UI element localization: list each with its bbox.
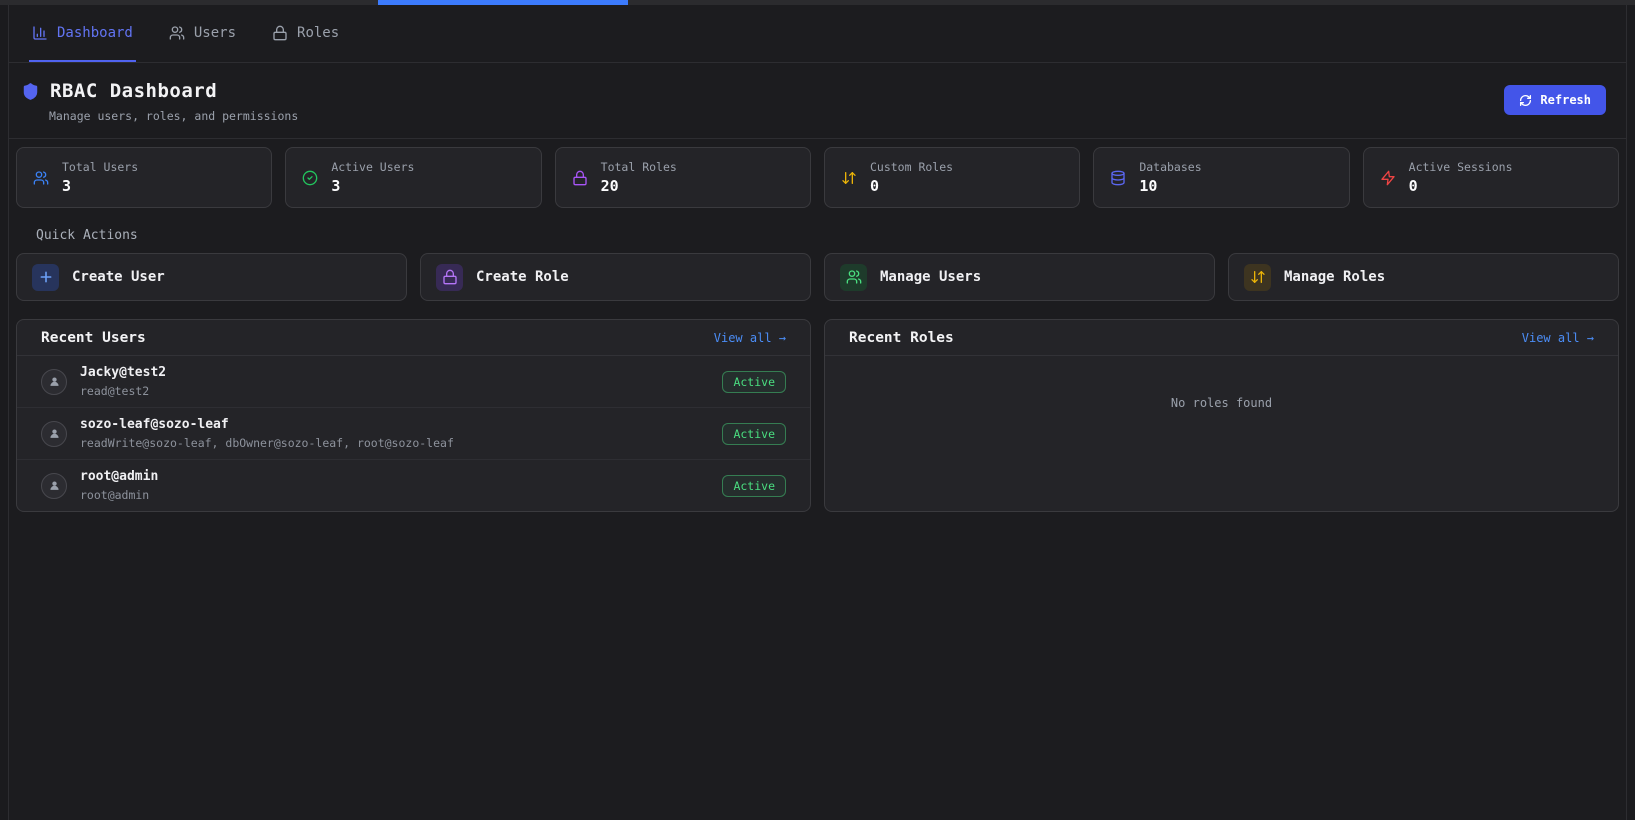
shield-icon [21, 82, 40, 101]
tab-label: Users [193, 24, 237, 41]
stats-row: Total Users 3 Active Users 3 Total Roles… [9, 139, 1626, 208]
avatar [41, 472, 67, 499]
manage-users-button[interactable]: Manage Users [824, 253, 1215, 301]
tab-roles[interactable]: Roles [269, 5, 342, 62]
user-avatar-icon [48, 479, 61, 492]
user-row[interactable]: root@admin root@admin Active [17, 459, 810, 511]
users-icon [33, 170, 49, 186]
recent-roles-panel: Recent Roles View all → No roles found [824, 319, 1619, 512]
stat-card-total-users: Total Users 3 [16, 147, 273, 208]
stat-label: Custom Roles [869, 160, 954, 174]
user-roles: read@test2 [80, 384, 150, 398]
stat-card-active-sessions: Active Sessions 0 [1362, 147, 1619, 208]
user-row[interactable]: Jacky@test2 read@test2 Active [17, 356, 810, 407]
arrows-up-down-icon [1244, 263, 1271, 291]
lock-icon [272, 25, 288, 41]
panels-row: Recent Users View all → Jacky@test2 read… [9, 319, 1626, 512]
action-label: Manage Roles [1284, 269, 1386, 285]
refresh-button[interactable]: Refresh [1504, 85, 1606, 115]
empty-roles-message: No roles found [1170, 396, 1273, 410]
user-roles: readWrite@sozo-leaf, dbOwner@sozo-leaf, … [80, 436, 454, 450]
stat-value: 3 [62, 177, 72, 195]
user-name: sozo-leaf@sozo-leaf [80, 417, 229, 432]
avatar [41, 368, 67, 395]
stat-value: 3 [331, 177, 341, 195]
stat-card-total-roles: Total Roles 20 [554, 147, 811, 208]
lock-icon [436, 263, 463, 291]
tab-users[interactable]: Users [166, 5, 239, 62]
stat-label: Total Roles [600, 160, 677, 174]
view-all-users-link[interactable]: View all → [714, 331, 786, 345]
stat-label: Active Sessions [1408, 160, 1513, 174]
action-label: Create User [72, 269, 165, 285]
lock-icon [572, 170, 588, 186]
stat-label: Active Users [331, 160, 415, 174]
recent-users-panel: Recent Users View all → Jacky@test2 read… [16, 319, 811, 512]
quick-actions-heading: Quick Actions [36, 228, 138, 243]
refresh-button-label: Refresh [1540, 93, 1591, 107]
stat-card-active-users: Active Users 3 [285, 147, 542, 208]
zap-icon [1380, 170, 1396, 186]
plus-icon [32, 263, 59, 291]
status-badge: Active [722, 370, 786, 393]
manage-roles-button[interactable]: Manage Roles [1228, 253, 1619, 301]
stat-card-databases: Databases 10 [1093, 147, 1350, 208]
tab-label: Dashboard [57, 24, 133, 41]
users-icon [840, 263, 867, 291]
users-icon [169, 25, 185, 41]
check-circle-icon [302, 170, 318, 186]
tab-dashboard[interactable]: Dashboard [29, 5, 136, 62]
browser-top-strip [0, 0, 1635, 5]
bar-chart-icon [32, 25, 48, 41]
user-name: root@admin [80, 469, 159, 484]
panel-title: Recent Roles [849, 330, 954, 346]
stat-label: Databases [1139, 160, 1202, 174]
user-avatar-icon [48, 375, 61, 388]
page-header: RBAC Dashboard Manage users, roles, and … [9, 63, 1626, 139]
browser-active-tab-indicator [378, 0, 628, 5]
refresh-icon [1519, 94, 1532, 107]
database-icon [1110, 170, 1126, 186]
stat-value: 20 [600, 177, 619, 195]
main-nav: Dashboard Users Roles [9, 5, 1626, 63]
user-row[interactable]: sozo-leaf@sozo-leaf readWrite@sozo-leaf,… [17, 407, 810, 459]
action-label: Manage Users [880, 269, 982, 285]
app-frame: Dashboard Users Roles RBAC Dashboard Man… [8, 5, 1627, 820]
stat-value: 0 [1408, 177, 1418, 195]
stat-value: 10 [1139, 177, 1158, 195]
page-title: RBAC Dashboard [50, 80, 218, 102]
action-label: Create Role [476, 269, 569, 285]
tab-label: Roles [297, 24, 340, 41]
avatar [41, 420, 67, 447]
status-badge: Active [722, 422, 786, 445]
panel-title: Recent Users [41, 330, 146, 346]
quick-actions-row: Create User Create Role Manage Users Man… [9, 253, 1626, 301]
status-badge: Active [722, 474, 786, 497]
create-user-button[interactable]: Create User [16, 253, 407, 301]
page-subtitle: Manage users, roles, and permissions [49, 109, 299, 123]
user-name: Jacky@test2 [80, 365, 167, 380]
stat-value: 0 [869, 177, 880, 195]
stat-card-custom-roles: Custom Roles 0 [823, 147, 1081, 208]
arrows-up-down-icon [841, 170, 857, 186]
view-all-roles-link[interactable]: View all → [1522, 331, 1594, 345]
user-avatar-icon [48, 427, 61, 440]
user-roles: root@admin [80, 488, 150, 502]
create-role-button[interactable]: Create Role [420, 253, 811, 301]
stat-label: Total Users [62, 160, 139, 174]
